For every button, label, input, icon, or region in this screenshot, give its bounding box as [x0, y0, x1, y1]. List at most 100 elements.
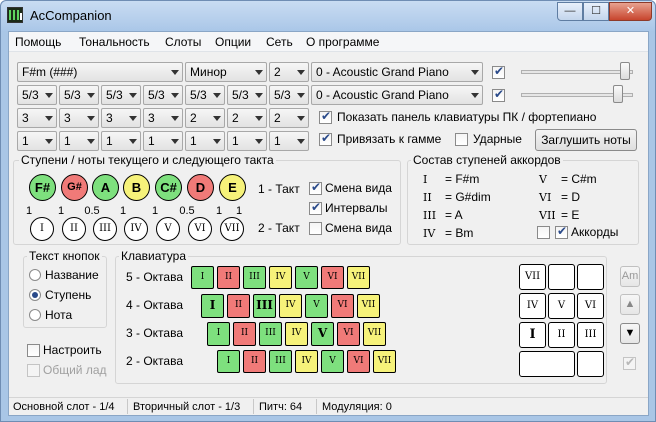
piano-key[interactable]: VII	[373, 350, 396, 373]
piano-key[interactable]: I	[217, 350, 240, 373]
maximize-button[interactable]: ☐	[583, 2, 609, 21]
piano-key[interactable]: I	[191, 266, 214, 289]
piano-key[interactable]: V	[295, 266, 318, 289]
volume2-slider[interactable]	[612, 85, 623, 103]
chords-checkbox[interactable]	[555, 224, 568, 239]
piano-key[interactable]: II	[243, 350, 266, 373]
pc-key[interactable]	[577, 351, 604, 377]
step-circle[interactable]: VI	[188, 217, 212, 241]
step-circle[interactable]: IV	[124, 217, 148, 241]
piano-key[interactable]: VI	[347, 350, 370, 373]
grid-select[interactable]: 1	[269, 131, 309, 151]
instrument2-checkbox[interactable]	[492, 87, 505, 102]
pc-key-wide[interactable]	[519, 351, 575, 377]
change-view2-checkbox[interactable]	[309, 222, 322, 235]
change-view-checkbox[interactable]	[309, 180, 322, 195]
grid-select[interactable]: 5/3	[227, 85, 267, 105]
note-circle[interactable]: A	[92, 174, 119, 201]
radio-step[interactable]	[29, 289, 41, 301]
note-circle[interactable]: F#	[29, 174, 56, 201]
piano-key[interactable]: IV	[269, 266, 292, 289]
pc-key[interactable]	[577, 264, 604, 290]
pc-key[interactable]: VI	[577, 293, 604, 319]
piano-key[interactable]: VII	[347, 266, 370, 289]
piano-key[interactable]: II	[233, 322, 256, 346]
grid-select[interactable]: 3	[143, 108, 183, 128]
grid-select[interactable]: 1	[227, 131, 267, 151]
piano-key[interactable]: IV	[285, 322, 308, 346]
pc-key[interactable]: VII	[519, 264, 546, 290]
close-button[interactable]: ✕	[609, 2, 652, 21]
arrow-down-icon[interactable]: ▼	[620, 323, 640, 344]
radio-note[interactable]	[29, 309, 41, 321]
note-circle[interactable]: C#	[155, 174, 182, 201]
grid-select[interactable]: 5/3	[17, 85, 57, 105]
piano-key[interactable]: V	[321, 350, 344, 373]
grid-select[interactable]: 3	[17, 108, 57, 128]
piano-key[interactable]: I	[201, 294, 224, 318]
pc-key[interactable]: III	[577, 322, 604, 348]
piano-key[interactable]: III	[253, 294, 276, 318]
grid-select[interactable]: 3	[101, 108, 141, 128]
piano-key[interactable]: I	[207, 322, 230, 346]
note-circle[interactable]: G#	[61, 174, 88, 201]
piano-key[interactable]: VI	[321, 266, 344, 289]
menu-about[interactable]: О программе	[306, 35, 379, 49]
instrument1-select[interactable]: 0 - Acoustic Grand Piano	[311, 62, 483, 82]
step-circle[interactable]: II	[62, 217, 86, 241]
piano-key[interactable]: II	[217, 266, 240, 289]
grid-select[interactable]: 2	[269, 108, 309, 128]
pc-key[interactable]	[548, 264, 575, 290]
instrument2-select[interactable]: 0 - Acoustic Grand Piano	[311, 85, 483, 105]
menu-key[interactable]: Тональность	[79, 35, 150, 49]
piano-key[interactable]: IV	[295, 350, 318, 373]
note-circle[interactable]: D	[187, 174, 214, 201]
grid-select[interactable]: 5/3	[185, 85, 225, 105]
volume1-track[interactable]	[521, 70, 633, 74]
step-circle[interactable]: III	[93, 217, 117, 241]
grid-select[interactable]: 5/3	[59, 85, 99, 105]
grid-select[interactable]: 5/3	[269, 85, 309, 105]
drums-checkbox[interactable]	[455, 133, 468, 146]
key-select[interactable]: F#m (###)	[17, 62, 183, 82]
menu-help[interactable]: Помощь	[15, 35, 61, 49]
grid-select[interactable]: 5/3	[143, 85, 183, 105]
intervals-checkbox[interactable]	[309, 200, 322, 215]
grid-select[interactable]: 5/3	[101, 85, 141, 105]
piano-key[interactable]: V	[305, 294, 328, 318]
volume1-slider[interactable]	[619, 62, 630, 80]
step-circle[interactable]: I	[30, 217, 54, 241]
octave-select[interactable]: 2	[269, 62, 309, 82]
pc-key[interactable]: II	[548, 322, 575, 348]
mode-select[interactable]: Минор	[185, 62, 267, 82]
step-circle[interactable]: VII	[220, 217, 244, 241]
show-keyboard-checkbox[interactable]	[319, 109, 332, 124]
small-chord-checkbox[interactable]	[537, 226, 550, 239]
piano-key[interactable]: VII	[363, 322, 386, 346]
minimize-button[interactable]: —	[557, 2, 583, 21]
menu-options[interactable]: Опции	[215, 35, 251, 49]
piano-key[interactable]: V	[311, 322, 334, 346]
piano-key[interactable]: IV	[279, 294, 302, 318]
grid-select[interactable]: 1	[143, 131, 183, 151]
pc-key[interactable]: I	[519, 322, 546, 348]
grid-select[interactable]: 1	[185, 131, 225, 151]
grid-select[interactable]: 1	[59, 131, 99, 151]
piano-key[interactable]: VII	[357, 294, 380, 318]
piano-key[interactable]: VI	[337, 322, 360, 346]
piano-key[interactable]: III	[259, 322, 282, 346]
piano-key[interactable]: III	[269, 350, 292, 373]
pc-key[interactable]: IV	[519, 293, 546, 319]
note-circle[interactable]: E	[219, 174, 246, 201]
menu-slots[interactable]: Слоты	[165, 35, 201, 49]
grid-select[interactable]: 1	[101, 131, 141, 151]
pc-key[interactable]: V	[548, 293, 575, 319]
title-bar[interactable]: AcCompanion — ☐ ✕	[1, 1, 655, 31]
menu-network[interactable]: Сеть	[266, 35, 293, 49]
piano-key[interactable]: VI	[331, 294, 354, 318]
step-circle[interactable]: V	[156, 217, 180, 241]
piano-key[interactable]: II	[227, 294, 250, 318]
mute-button[interactable]: Заглушить ноты	[535, 129, 637, 151]
grid-select[interactable]: 1	[17, 131, 57, 151]
tune-checkbox[interactable]	[27, 344, 40, 357]
